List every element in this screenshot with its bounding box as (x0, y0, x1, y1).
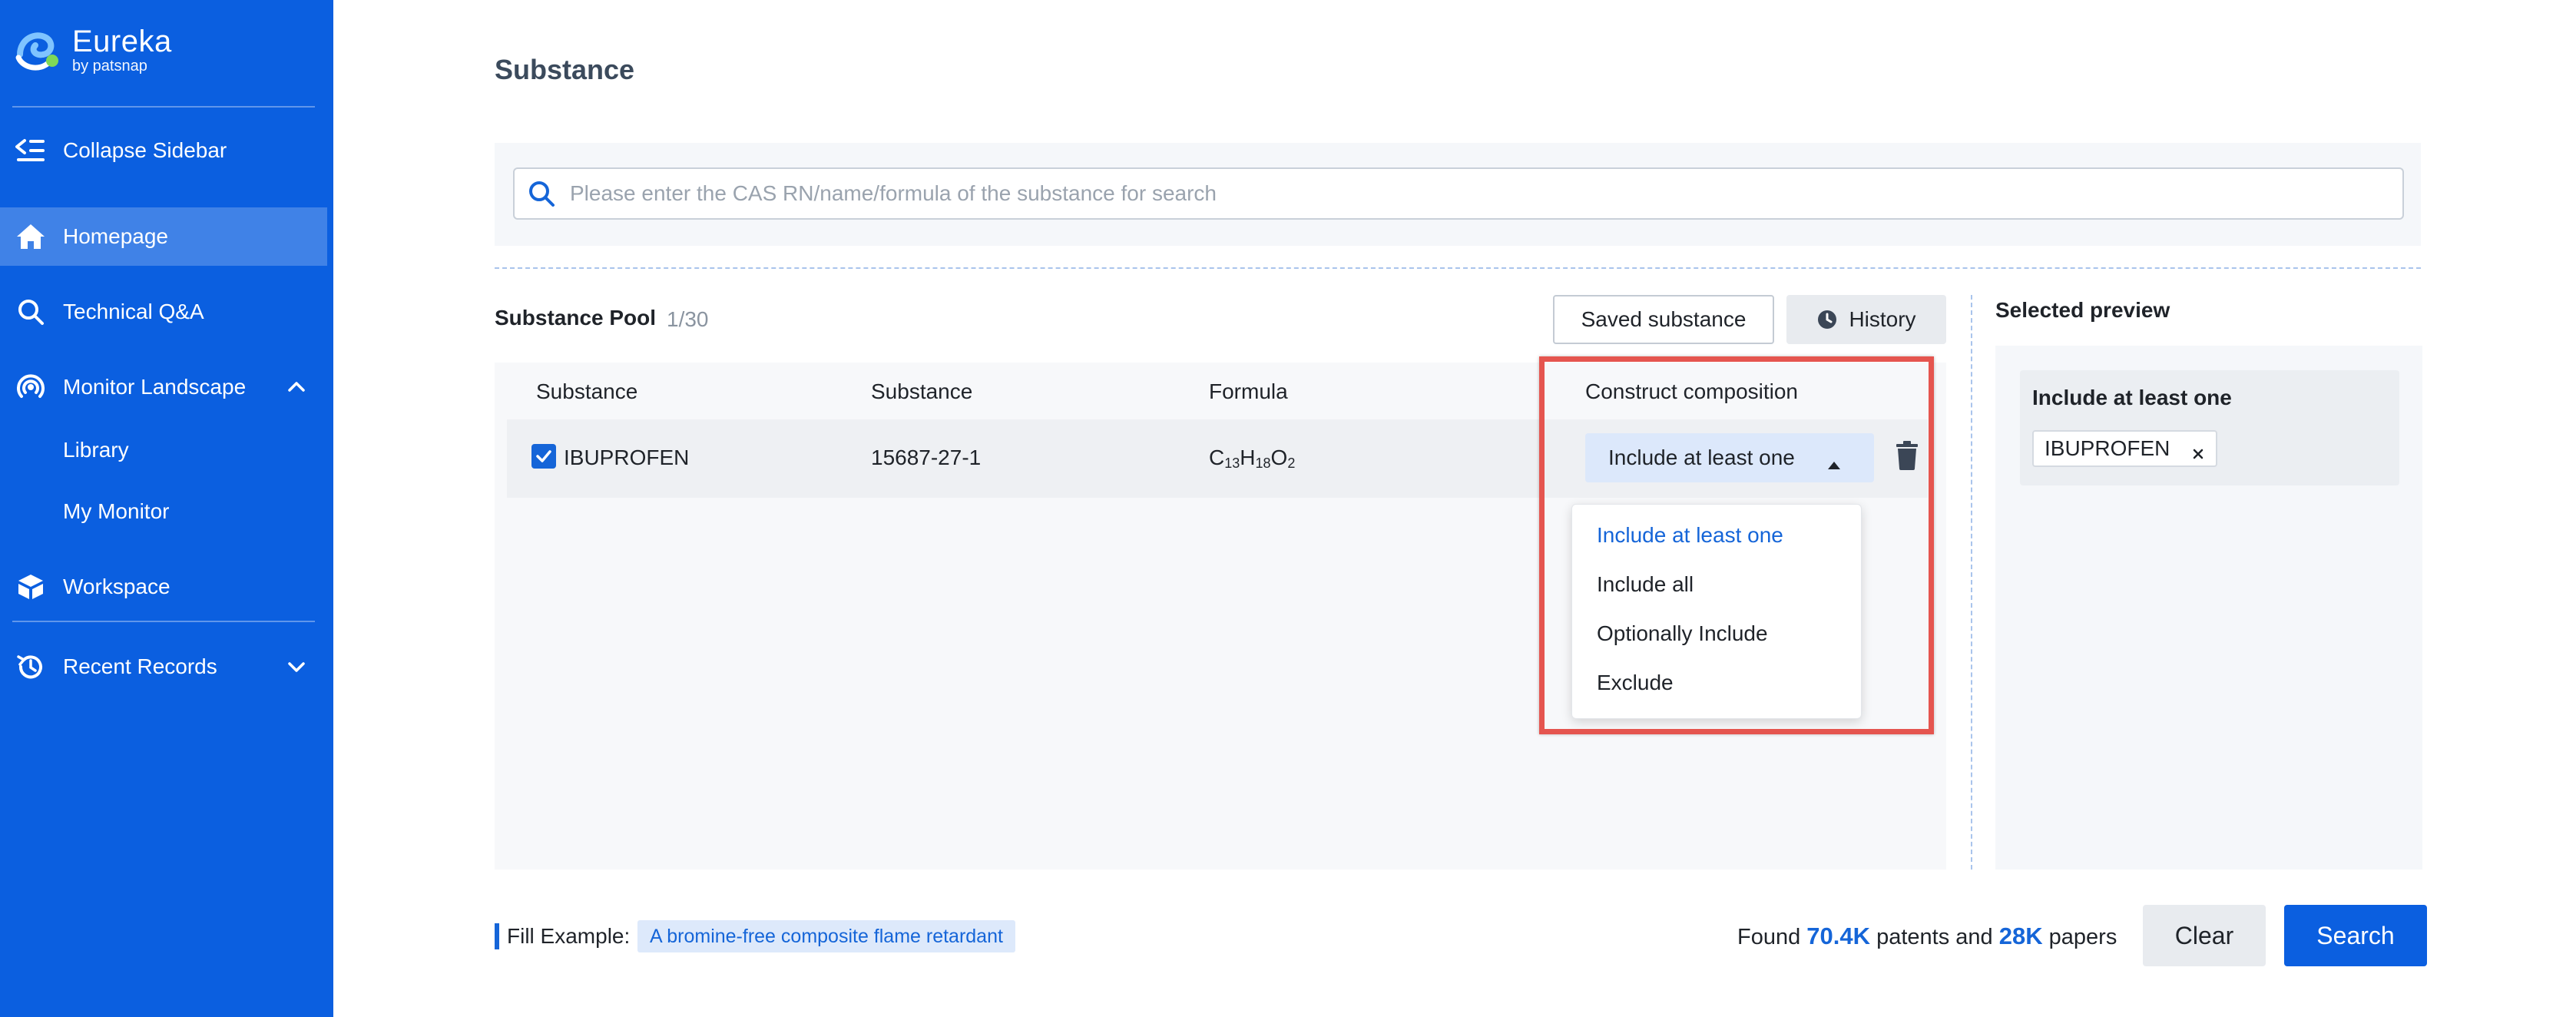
sidebar-item-monitor-landscape[interactable]: Monitor Landscape (0, 358, 333, 416)
sidebar-item-label: Recent Records (63, 654, 217, 679)
sidebar: Eureka by patsnap Collapse Sidebar Homep… (0, 0, 333, 1017)
preview-divider (1971, 295, 1972, 870)
history-label: History (1849, 307, 1915, 332)
collapse-icon (15, 135, 46, 166)
chevron-up-icon[interactable] (286, 376, 307, 398)
patents-count: 70.4K (1806, 923, 1870, 949)
selected-preview-panel: Include at least one IBUPROFEN (1995, 346, 2422, 870)
saved-substance-button[interactable]: Saved substance (1553, 295, 1774, 344)
found-prefix: Found (1737, 925, 1800, 949)
sidebar-item-technical-qa[interactable]: Technical Q&A (0, 283, 333, 341)
search-panel (495, 143, 2421, 246)
preview-group-card: Include at least one IBUPROFEN (2020, 370, 2399, 485)
sidebar-item-label: Monitor Landscape (63, 375, 246, 399)
substance-name: IBUPROFEN (564, 446, 689, 470)
highlight-annotation-box (1539, 356, 1934, 734)
sidebar-divider (12, 106, 315, 108)
results-summary: Found 70.4K patents and 28K papers (1737, 923, 2117, 950)
section-divider (495, 267, 2421, 269)
sidebar-item-recent-records[interactable]: Recent Records (0, 638, 333, 696)
clock-icon (1816, 309, 1838, 330)
preview-tag: IBUPROFEN (2032, 430, 2217, 467)
fill-example-label: Fill Example: (507, 924, 630, 949)
chevron-down-icon[interactable] (286, 656, 307, 677)
checkmark-icon (535, 447, 553, 465)
fill-example-chip[interactable]: A bromine-free composite flame retardant (637, 920, 1015, 952)
sidebar-item-workspace[interactable]: Workspace (0, 558, 333, 616)
radar-icon (15, 372, 46, 402)
fill-example-accent-bar (495, 923, 499, 949)
sidebar-subitem-library[interactable]: Library (63, 427, 129, 473)
collapse-sidebar-label: Collapse Sidebar (63, 138, 227, 163)
substance-cas: 15687-27-1 (871, 446, 981, 470)
search-button[interactable]: Search (2284, 905, 2427, 966)
selected-preview-title: Selected preview (1995, 298, 2170, 323)
eureka-logo-icon (12, 24, 65, 76)
papers-count: 28K (1999, 923, 2043, 949)
home-icon (15, 221, 46, 252)
row-checkbox[interactable] (531, 444, 556, 469)
collapse-sidebar-button[interactable]: Collapse Sidebar (0, 121, 333, 180)
papers-word: papers (2049, 925, 2117, 949)
sidebar-item-homepage[interactable]: Homepage (0, 207, 327, 266)
column-header-formula: Formula (1209, 379, 1288, 404)
substance-formula: C13H18O2 (1209, 446, 1295, 472)
search-box[interactable] (513, 167, 2404, 220)
sidebar-item-label: Homepage (63, 224, 168, 249)
history-icon (15, 651, 46, 682)
preview-tag-label: IBUPROFEN (2045, 436, 2170, 461)
substance-search-input[interactable] (570, 181, 2336, 206)
search-icon (15, 296, 46, 327)
eureka-logo[interactable]: Eureka by patsnap (12, 23, 172, 77)
sidebar-item-label: Workspace (63, 575, 171, 599)
sidebar-divider (12, 621, 315, 622)
column-header-substance: Substance (536, 379, 637, 404)
cube-icon (15, 571, 46, 602)
sidebar-subitem-my-monitor[interactable]: My Monitor (63, 489, 169, 535)
clear-button[interactable]: Clear (2143, 905, 2266, 966)
substance-pool-title: Substance Pool (495, 306, 656, 330)
page-title: Substance (495, 54, 634, 86)
substance-pool-count: 1/30 (667, 307, 709, 332)
brand-by: by patsnap (72, 58, 172, 75)
column-header-substance-cas: Substance (871, 379, 972, 404)
brand-name: Eureka (72, 25, 172, 58)
patents-word: patents and (1876, 925, 1993, 949)
search-icon (527, 179, 556, 208)
sidebar-item-label: Technical Q&A (63, 300, 204, 324)
preview-group-title: Include at least one (2032, 386, 2232, 410)
history-button[interactable]: History (1786, 295, 1946, 344)
close-icon[interactable] (2191, 442, 2205, 455)
